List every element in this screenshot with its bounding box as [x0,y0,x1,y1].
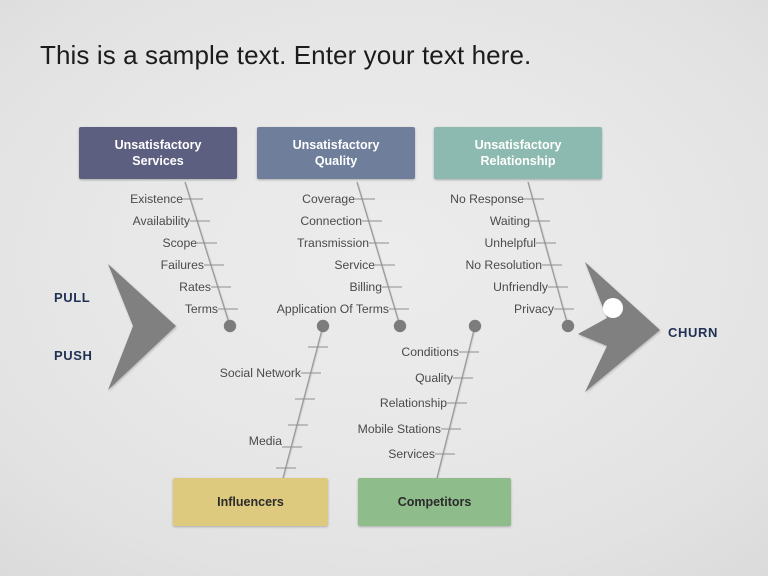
cause-label-quality-2: Transmission [296,235,369,250]
category-title-line1: Unsatisfactory [292,138,380,152]
category-title: Influencers [217,495,284,509]
cause-label-relationship-4: Unfriendly [493,279,548,294]
fish-eye [603,298,623,318]
category-title: Competitors [397,495,472,509]
category-title: Unsatisfactory Services [115,137,202,169]
cause-label-quality-4: Billing [349,279,382,294]
cause-label-competitors-1: Quality [415,370,453,385]
category-title-line2: Quality [314,154,358,168]
cause-label-relationship-3: No Resolution [465,257,542,272]
category-box-unsatisfactory-quality[interactable]: Unsatisfactory Quality [257,127,415,179]
category-box-unsatisfactory-relationship[interactable]: Unsatisfactory Relationship [434,127,602,179]
spine-node [468,319,482,333]
cause-label-relationship-2: Unhelpful [484,235,537,250]
caption-push: PUSH [54,348,93,363]
cause-label-relationship-0: No Response [450,191,524,206]
caption-pull: PULL [54,290,91,305]
spine-node [316,319,330,333]
category-box-unsatisfactory-services[interactable]: Unsatisfactory Services [79,127,237,179]
branch-line-influencers [282,325,324,479]
spine-node [561,319,575,333]
category-box-influencers[interactable]: Influencers [173,478,328,526]
cause-label-influencers-0: Social Network [219,365,301,380]
cause-label-quality-1: Connection [300,213,362,228]
category-title-line1: Unsatisfactory [114,138,202,152]
spine-node [223,319,237,333]
category-title-line2: Relationship [480,154,556,168]
slide-canvas: This is a sample text. Enter your text h… [0,0,768,576]
caption-churn-effect: CHURN [668,325,718,340]
cause-label-services-1: Availability [132,213,190,228]
cause-label-competitors-2: Relationship [379,395,447,410]
cause-label-services-0: Existence [130,191,183,206]
category-box-competitors[interactable]: Competitors [358,478,511,526]
cause-label-competitors-3: Mobile Stations [357,421,441,436]
cause-label-quality-3: Service [334,257,375,272]
category-title-line1: Unsatisfactory [474,138,562,152]
cause-label-services-4: Rates [179,279,211,294]
cause-label-quality-5: Application Of Terms [276,301,389,316]
category-title: Unsatisfactory Relationship [475,137,562,169]
category-title: Unsatisfactory Quality [293,137,380,169]
cause-label-relationship-1: Waiting [489,213,530,228]
cause-label-services-2: Scope [162,235,197,250]
cause-label-competitors-4: Services [388,446,435,461]
cause-label-services-5: Terms [184,301,218,316]
cause-label-quality-0: Coverage [302,191,355,206]
cause-label-competitors-0: Conditions [401,344,459,359]
category-title-line2: Services [132,154,184,168]
spine-node [393,319,407,333]
cause-label-services-3: Failures [160,257,204,272]
cause-label-relationship-5: Privacy [514,301,554,316]
cause-label-influencers-1: Media [248,433,282,448]
